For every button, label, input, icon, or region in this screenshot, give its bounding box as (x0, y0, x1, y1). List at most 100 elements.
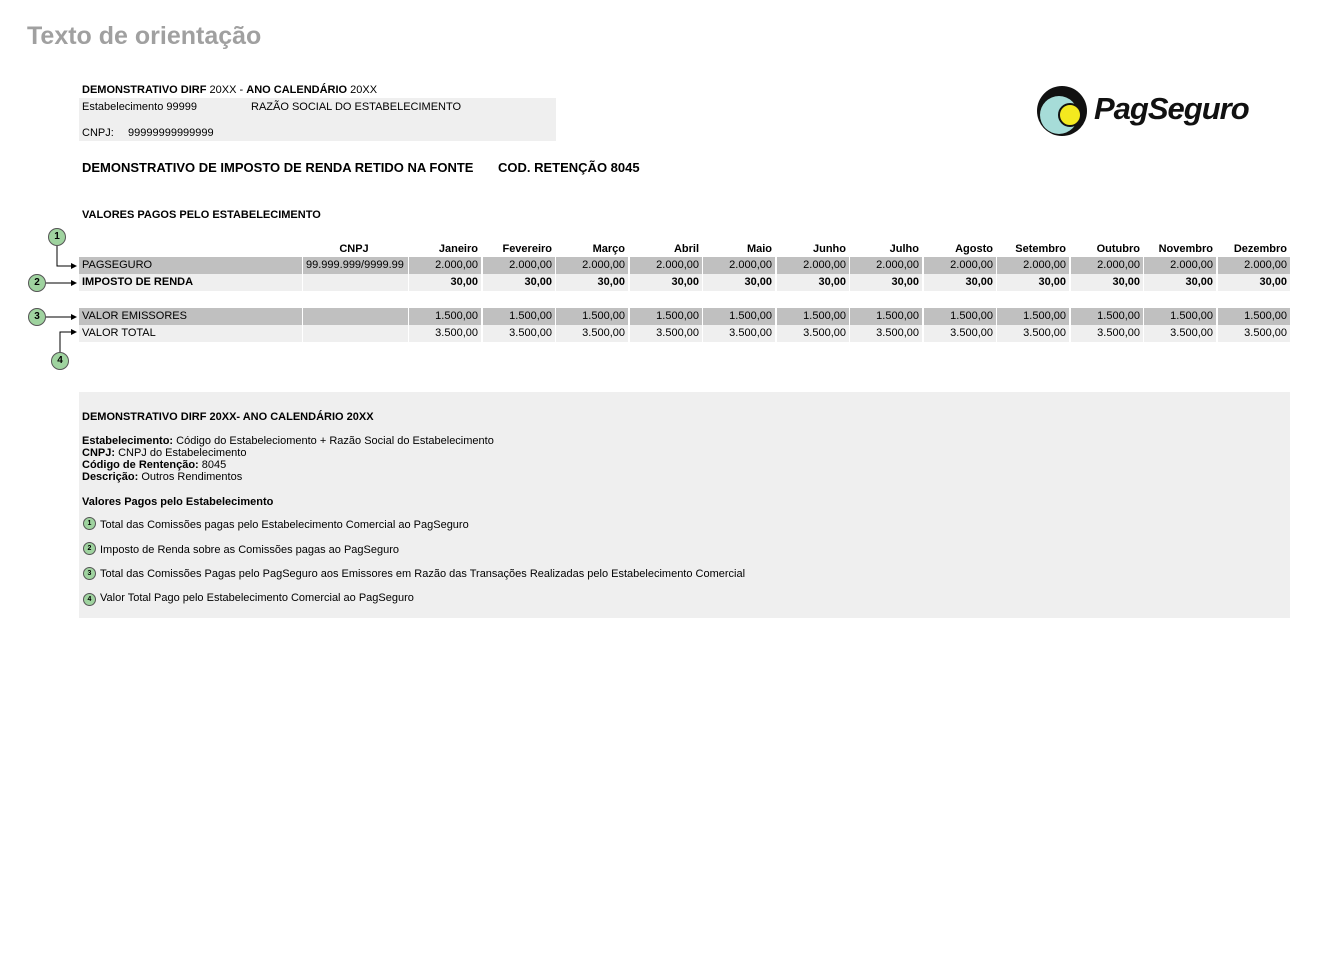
table-header-month-11: Novembro (1158, 243, 1213, 255)
table-cell: 2.000,00 (777, 257, 849, 274)
table-header-cnpj: CNPJ (339, 243, 369, 255)
legend-valores-title: Valores Pagos pelo Estabelecimento (82, 496, 274, 508)
legend-descricao-text: Outros Rendimentos (141, 471, 243, 483)
table-cell: 1.500,00 (850, 308, 922, 325)
demonstrativo-label: DEMONSTRATIVO DIRF (82, 84, 207, 96)
section-title: VALORES PAGOS PELO ESTABELECIMENTO (82, 209, 321, 221)
header-separator: - (239, 84, 244, 96)
table-cell: 30,00 (1218, 274, 1290, 291)
table-cell: 2.000,00 (924, 257, 996, 274)
table-header-month-10: Outubro (1096, 243, 1140, 255)
logo-yellow-icon (1058, 103, 1082, 127)
table-row-cnpj (303, 274, 408, 291)
table-header-month-5: Maio (746, 243, 772, 255)
ano-label: ANO CALENDÁRIO (246, 84, 348, 96)
legend-item-2: Imposto de Renda sobre as Comissões paga… (100, 544, 400, 556)
table-cell: 1.500,00 (1071, 308, 1143, 325)
report-header: DEMONSTRATIVO DIRF 20XX - ANO CALENDÁRIO… (82, 84, 377, 96)
table-cell: 1.500,00 (1144, 308, 1216, 325)
table-cell: 1.500,00 (556, 308, 628, 325)
table-row-cnpj (303, 325, 408, 342)
table-cell: 1.500,00 (630, 308, 702, 325)
table-header-month-6: Junho (813, 243, 846, 255)
table-cell: 2.000,00 (483, 257, 555, 274)
establishment-name: RAZÃO SOCIAL DO ESTABELECIMENTO (251, 101, 462, 113)
table-cell: 3.500,00 (924, 325, 996, 342)
table-cell: 3.500,00 (850, 325, 922, 342)
marker-2: 2 (28, 274, 46, 292)
table-cell: 3.500,00 (409, 325, 481, 342)
legend-estab: Estabelecimento: Código do Estabeleciome… (82, 435, 494, 447)
table-cell: 2.000,00 (997, 257, 1069, 274)
retencao-code: COD. RETENÇÃO 8045 (498, 160, 640, 175)
legend-estab-text: Código do Estabeleciomento + Razão Socia… (176, 435, 494, 447)
table-cell: 30,00 (777, 274, 849, 291)
table-cell: 1.500,00 (777, 308, 849, 325)
page-title: Texto de orientação (27, 22, 262, 50)
connector-4 (59, 329, 77, 352)
table-cell: 2.000,00 (850, 257, 922, 274)
table-cell: 1.500,00 (483, 308, 555, 325)
legend-marker-3: 3 (83, 567, 96, 580)
table-cell: 1.500,00 (1218, 308, 1290, 325)
table-cell: 2.000,00 (703, 257, 775, 274)
table-header-month-8: Agosto (955, 243, 993, 255)
table-row-label: VALOR TOTAL (79, 325, 302, 342)
table-cell: 3.500,00 (483, 325, 555, 342)
table-cell: 3.500,00 (997, 325, 1069, 342)
table-row-cnpj: 99.999.999/9999.99 (303, 257, 408, 274)
legend-title: DEMONSTRATIVO DIRF 20XX- ANO CALENDÁRIO … (82, 411, 374, 423)
legend-item-3: Total das Comissões Pagas pelo PagSeguro… (100, 568, 746, 580)
connector-1 (56, 246, 77, 269)
table-cell: 30,00 (997, 274, 1069, 291)
legend-codigo-text: 8045 (201, 459, 227, 471)
table-cell: 3.500,00 (556, 325, 628, 342)
table-cell: 3.500,00 (1071, 325, 1143, 342)
table-cell: 3.500,00 (630, 325, 702, 342)
table-cell: 2.000,00 (1144, 257, 1216, 274)
table-row-cnpj (303, 308, 408, 325)
table-cell: 2.000,00 (409, 257, 481, 274)
table-cell: 1.500,00 (997, 308, 1069, 325)
table-cell: 1.500,00 (703, 308, 775, 325)
table-row-label: PAGSEGURO (79, 257, 302, 274)
legend-marker-1: 1 (83, 517, 96, 530)
marker-3: 3 (28, 308, 46, 326)
legend-cnpj: CNPJ: CNPJ do Estabelecimento (82, 447, 246, 459)
legend-item-4: Valor Total Pago pelo Estabelecimento Co… (100, 592, 414, 604)
table-cell: 30,00 (1144, 274, 1216, 291)
legend-item-1: Total das Comissões pagas pelo Estabelec… (100, 519, 469, 531)
table-cell: 30,00 (924, 274, 996, 291)
table-cell: 3.500,00 (703, 325, 775, 342)
header-year: 20XX (209, 84, 237, 96)
table-header-month-4: Abril (673, 243, 699, 255)
table-header-month-1: Janeiro (438, 243, 478, 255)
cnpj-label: CNPJ: (82, 127, 114, 139)
report-subtitle: DEMONSTRATIVO DE IMPOSTO DE RENDA RETIDO… (82, 160, 474, 175)
ano-year: 20XX (350, 84, 378, 96)
table-cell: 2.000,00 (630, 257, 702, 274)
table-cell: 2.000,00 (556, 257, 628, 274)
table-cell: 30,00 (1071, 274, 1143, 291)
legend-marker-2: 2 (83, 542, 96, 555)
table-cell: 2.000,00 (1071, 257, 1143, 274)
table-header-month-3: Março (592, 243, 625, 255)
table-cell: 3.500,00 (1218, 325, 1290, 342)
table-row-label: IMPOSTO DE RENDA (79, 274, 302, 291)
legend-descricao: Descrição: Outros Rendimentos (82, 471, 242, 483)
marker-1: 1 (48, 228, 66, 246)
table-header-month-9: Setembro (1015, 243, 1066, 255)
legend-estab-label: Estabelecimento: (82, 435, 174, 447)
legend-marker-4: 4 (83, 593, 96, 606)
table-cell: 30,00 (409, 274, 481, 291)
logo-text: PagSeguro (1094, 91, 1250, 126)
table-cell: 30,00 (556, 274, 628, 291)
legend-cnpj-text: CNPJ do Estabelecimento (118, 447, 247, 459)
table-cell: 30,00 (630, 274, 702, 291)
marker-4: 4 (51, 352, 69, 370)
table-cell: 3.500,00 (777, 325, 849, 342)
legend-codigo: Código de Rentenção: 8045 (82, 459, 226, 471)
table-cell: 30,00 (483, 274, 555, 291)
table-cell: 30,00 (703, 274, 775, 291)
legend-cnpj-label: CNPJ: (82, 447, 116, 459)
